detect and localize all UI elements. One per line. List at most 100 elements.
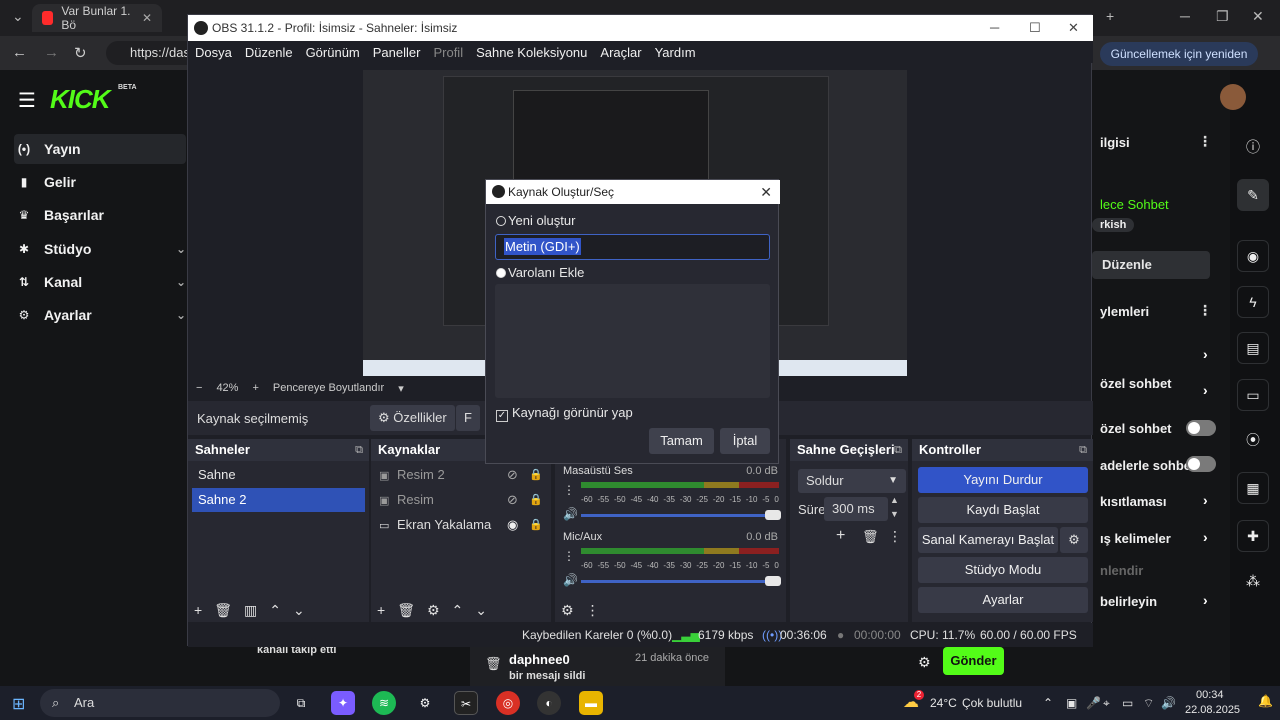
chrome-icon[interactable]: ◎ bbox=[496, 691, 520, 715]
more-options-icon[interactable]: ⋮ bbox=[563, 483, 575, 497]
chevron-right-icon[interactable]: › bbox=[1203, 346, 1208, 362]
fit-to-window-button[interactable]: Pencereye Boyutlandır bbox=[273, 382, 384, 394]
lock-icon[interactable]: 🔒 bbox=[529, 464, 543, 486]
menu-araclar[interactable]: Araçlar bbox=[600, 45, 641, 60]
close-window-icon[interactable]: ✕ bbox=[1252, 8, 1264, 25]
taskbar-search[interactable]: ⌕ Ara bbox=[40, 689, 280, 717]
cancel-button[interactable]: İptal bbox=[720, 428, 770, 454]
start-recording-button[interactable]: Kaydı Başlat bbox=[918, 497, 1088, 523]
more-options-icon[interactable]: ⋮ bbox=[1198, 133, 1212, 150]
reload-icon[interactable]: ↻ bbox=[74, 44, 87, 62]
battery-icon[interactable]: ▭ bbox=[1122, 696, 1133, 710]
windows-start-icon[interactable]: ⊞ bbox=[12, 694, 25, 714]
file-explorer-icon[interactable]: ▬ bbox=[579, 691, 603, 715]
existing-sources-list[interactable] bbox=[495, 284, 770, 398]
trash-icon[interactable]: 🗑 bbox=[214, 602, 232, 619]
settings-app-icon[interactable]: ⚙ bbox=[413, 691, 437, 715]
browser-tab[interactable]: Var Bunlar 1. Bö ✕ bbox=[32, 4, 162, 32]
more-options-icon[interactable]: ⋮ bbox=[563, 549, 575, 563]
arrow-up-icon[interactable]: ⌃ bbox=[269, 602, 281, 619]
menu-icon[interactable]: ☰ bbox=[18, 88, 36, 113]
new-tab-icon[interactable]: + bbox=[1106, 8, 1114, 24]
toggle-switch[interactable] bbox=[1186, 456, 1216, 472]
duration-input[interactable]: 300 ms bbox=[824, 497, 888, 521]
eye-icon[interactable]: ◉ bbox=[507, 514, 518, 536]
maximize-icon[interactable]: ☐ bbox=[1029, 15, 1041, 41]
update-restart-button[interactable]: Güncellemek için yeniden başlat bbox=[1100, 42, 1258, 85]
studio-mode-button[interactable]: Stüdyo Modu bbox=[918, 557, 1088, 583]
chevron-right-icon[interactable]: › bbox=[1203, 529, 1208, 545]
virtual-camera-gear-icon[interactable]: ⚙ bbox=[1060, 527, 1088, 553]
lock-icon[interactable]: 🔒 bbox=[529, 489, 543, 511]
broadcast-icon[interactable]: ⦿ bbox=[1237, 425, 1269, 457]
layout-icon[interactable]: ▦ bbox=[1237, 472, 1269, 504]
clock-time[interactable]: 00:34 bbox=[1196, 689, 1224, 701]
nav-item-studyo[interactable]: ✱ Stüdyo ⌄ bbox=[14, 234, 186, 264]
toggle-switch[interactable] bbox=[1186, 420, 1216, 436]
capcut-icon[interactable]: ✂ bbox=[454, 691, 478, 715]
stop-stream-button[interactable]: Yayını Durdur bbox=[918, 467, 1088, 493]
send-button[interactable]: Gönder bbox=[943, 647, 1004, 675]
chevron-right-icon[interactable]: › bbox=[1203, 592, 1208, 608]
more-options-icon[interactable]: ⋮ bbox=[586, 602, 600, 619]
transition-select[interactable]: Soldur ▼ bbox=[798, 469, 906, 493]
add-icon[interactable]: + bbox=[836, 527, 845, 545]
arrow-up-icon[interactable]: ⌃ bbox=[452, 602, 464, 619]
chat-icon[interactable]: ▭ bbox=[1237, 379, 1269, 411]
weather-desc[interactable]: Çok bulutlu bbox=[962, 696, 1022, 710]
nav-item-gelir[interactable]: ▮ Gelir bbox=[14, 167, 186, 197]
undock-icon[interactable]: ⧉ bbox=[894, 439, 902, 461]
filters-button[interactable]: F bbox=[456, 405, 480, 431]
slider-knob[interactable] bbox=[765, 576, 781, 586]
create-new-radio[interactable]: Yeni oluştur bbox=[496, 213, 575, 228]
slider-knob[interactable] bbox=[765, 510, 781, 520]
chevron-right-icon[interactable]: › bbox=[1203, 492, 1208, 508]
menu-dosya[interactable]: Dosya bbox=[195, 45, 232, 60]
wrench-icon[interactable]: ✚ bbox=[1237, 520, 1269, 552]
arrow-down-icon[interactable]: ⌄ bbox=[475, 602, 487, 619]
minimize-icon[interactable]: ─ bbox=[1180, 8, 1190, 24]
scene-item-selected[interactable]: Sahne 2 bbox=[192, 488, 365, 512]
notifications-icon[interactable]: 🔔 bbox=[1258, 694, 1273, 708]
add-icon[interactable]: + bbox=[194, 602, 202, 618]
volume-slider[interactable] bbox=[581, 510, 781, 520]
source-item[interactable]: ▣ Resim ⊘ 🔒 bbox=[379, 489, 551, 511]
mic-icon[interactable]: 🎤 bbox=[1086, 696, 1101, 710]
add-existing-radio[interactable]: Varolanı Ekle bbox=[496, 265, 584, 280]
undock-icon[interactable]: ⧉ bbox=[1079, 439, 1087, 461]
trash-icon[interactable]: 🗑 bbox=[397, 602, 415, 619]
volume-slider[interactable] bbox=[581, 576, 781, 586]
lightning-icon[interactable]: ϟ bbox=[1237, 286, 1269, 318]
start-virtual-camera-button[interactable]: Sanal Kamerayı Başlat bbox=[918, 527, 1058, 553]
camera-icon[interactable]: ◉ bbox=[1237, 240, 1269, 272]
more-options-icon[interactable]: ⋮ bbox=[1198, 302, 1212, 319]
speaker-icon[interactable]: 🔊 bbox=[563, 573, 578, 587]
avatar[interactable] bbox=[1220, 84, 1246, 110]
menu-duzenle[interactable]: Düzenle bbox=[245, 45, 293, 60]
zoom-out-icon[interactable]: − bbox=[196, 382, 202, 394]
connections-icon[interactable]: ⁂ bbox=[1237, 566, 1269, 598]
settings-button[interactable]: Ayarlar bbox=[918, 587, 1088, 613]
minimize-icon[interactable]: ─ bbox=[990, 15, 999, 41]
make-visible-checkbox[interactable]: ✓ Kaynağı görünür yap bbox=[496, 405, 633, 422]
tray-app-icon[interactable]: ▣ bbox=[1066, 696, 1077, 710]
menu-paneller[interactable]: Paneller bbox=[373, 45, 421, 60]
source-item[interactable]: ▭ Ekran Yakalama ◉ 🔒 bbox=[379, 514, 551, 536]
nav-item-ayarlar[interactable]: ⚙ Ayarlar ⌄ bbox=[14, 300, 186, 330]
copilot-icon[interactable]: ✦ bbox=[331, 691, 355, 715]
volume-icon[interactable]: 🔊 bbox=[1161, 696, 1176, 710]
eye-hidden-icon[interactable]: ⊘ bbox=[507, 489, 518, 511]
properties-button[interactable]: ⚙ Özellikler bbox=[370, 405, 455, 431]
pencil-icon[interactable]: ✎ bbox=[1237, 179, 1269, 211]
lock-icon[interactable]: 🔒 bbox=[529, 514, 543, 536]
menu-yardim[interactable]: Yardım bbox=[655, 45, 696, 60]
chevron-right-icon[interactable]: › bbox=[1203, 382, 1208, 398]
notes-icon[interactable]: ▤ bbox=[1237, 332, 1269, 364]
undock-icon[interactable]: ⧉ bbox=[355, 439, 363, 461]
activity-user[interactable]: daphnee0 bbox=[509, 652, 570, 667]
back-icon[interactable]: ← bbox=[12, 44, 27, 61]
tab-close-icon[interactable]: ✕ bbox=[142, 11, 152, 25]
tab-search-icon[interactable]: ⌄ bbox=[12, 8, 24, 25]
filter-icon[interactable]: ▥ bbox=[244, 602, 257, 619]
ok-button[interactable]: Tamam bbox=[649, 428, 714, 454]
